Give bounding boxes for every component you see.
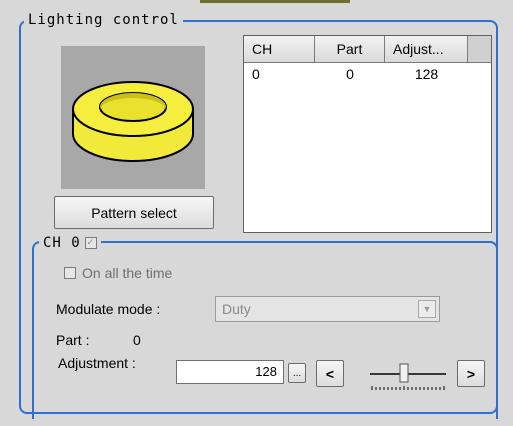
- adjustment-label: Adjustment :: [58, 355, 136, 371]
- check-icon: ✓: [87, 237, 95, 248]
- top-accent: [200, 0, 350, 3]
- slider-thumb: [399, 363, 409, 383]
- column-header-filler: [468, 36, 491, 63]
- top-edge: [0, 0, 513, 6]
- channel-group-header: CH 0 ✓: [39, 235, 101, 251]
- adjustment-input[interactable]: 128: [176, 360, 284, 384]
- column-header-ch[interactable]: CH: [244, 36, 315, 63]
- modulate-mode-label: Modulate mode :: [56, 301, 161, 317]
- channel-title: CH 0: [43, 235, 81, 251]
- decrement-button[interactable]: <: [316, 360, 344, 387]
- modulate-mode-value: Duty: [222, 301, 251, 317]
- on-all-time-checkbox[interactable]: [64, 267, 76, 279]
- table-header: CH Part Adjust...: [244, 36, 491, 63]
- cell-part: 0: [346, 66, 354, 82]
- table-row[interactable]: 0 0 128: [244, 66, 468, 82]
- pattern-select-button[interactable]: Pattern select: [54, 196, 214, 229]
- ring-light-icon: [72, 81, 194, 162]
- part-label: Part :: [56, 332, 90, 348]
- cell-adjust: 128: [414, 66, 439, 82]
- channel-enable-checkbox[interactable]: ✓: [84, 237, 97, 249]
- on-all-time-option[interactable]: On all the time: [64, 265, 172, 281]
- cell-ch: 0: [252, 66, 260, 82]
- adjustment-browse-button[interactable]: ...: [288, 363, 306, 383]
- on-all-time-label: On all the time: [82, 265, 173, 281]
- chevron-down-icon[interactable]: ▼: [418, 300, 436, 318]
- increment-button[interactable]: >: [457, 360, 485, 387]
- lighting-control-title: Lighting control: [24, 12, 183, 28]
- pattern-image-panel: [61, 46, 205, 189]
- column-header-part[interactable]: Part: [315, 36, 385, 63]
- adjustment-slider[interactable]: [368, 356, 448, 392]
- part-value: 0: [133, 332, 141, 348]
- modulate-mode-select[interactable]: Duty ▼: [215, 296, 440, 322]
- column-header-adjust[interactable]: Adjust...: [385, 36, 468, 63]
- channel-table: CH Part Adjust... 0 0 128: [243, 35, 492, 233]
